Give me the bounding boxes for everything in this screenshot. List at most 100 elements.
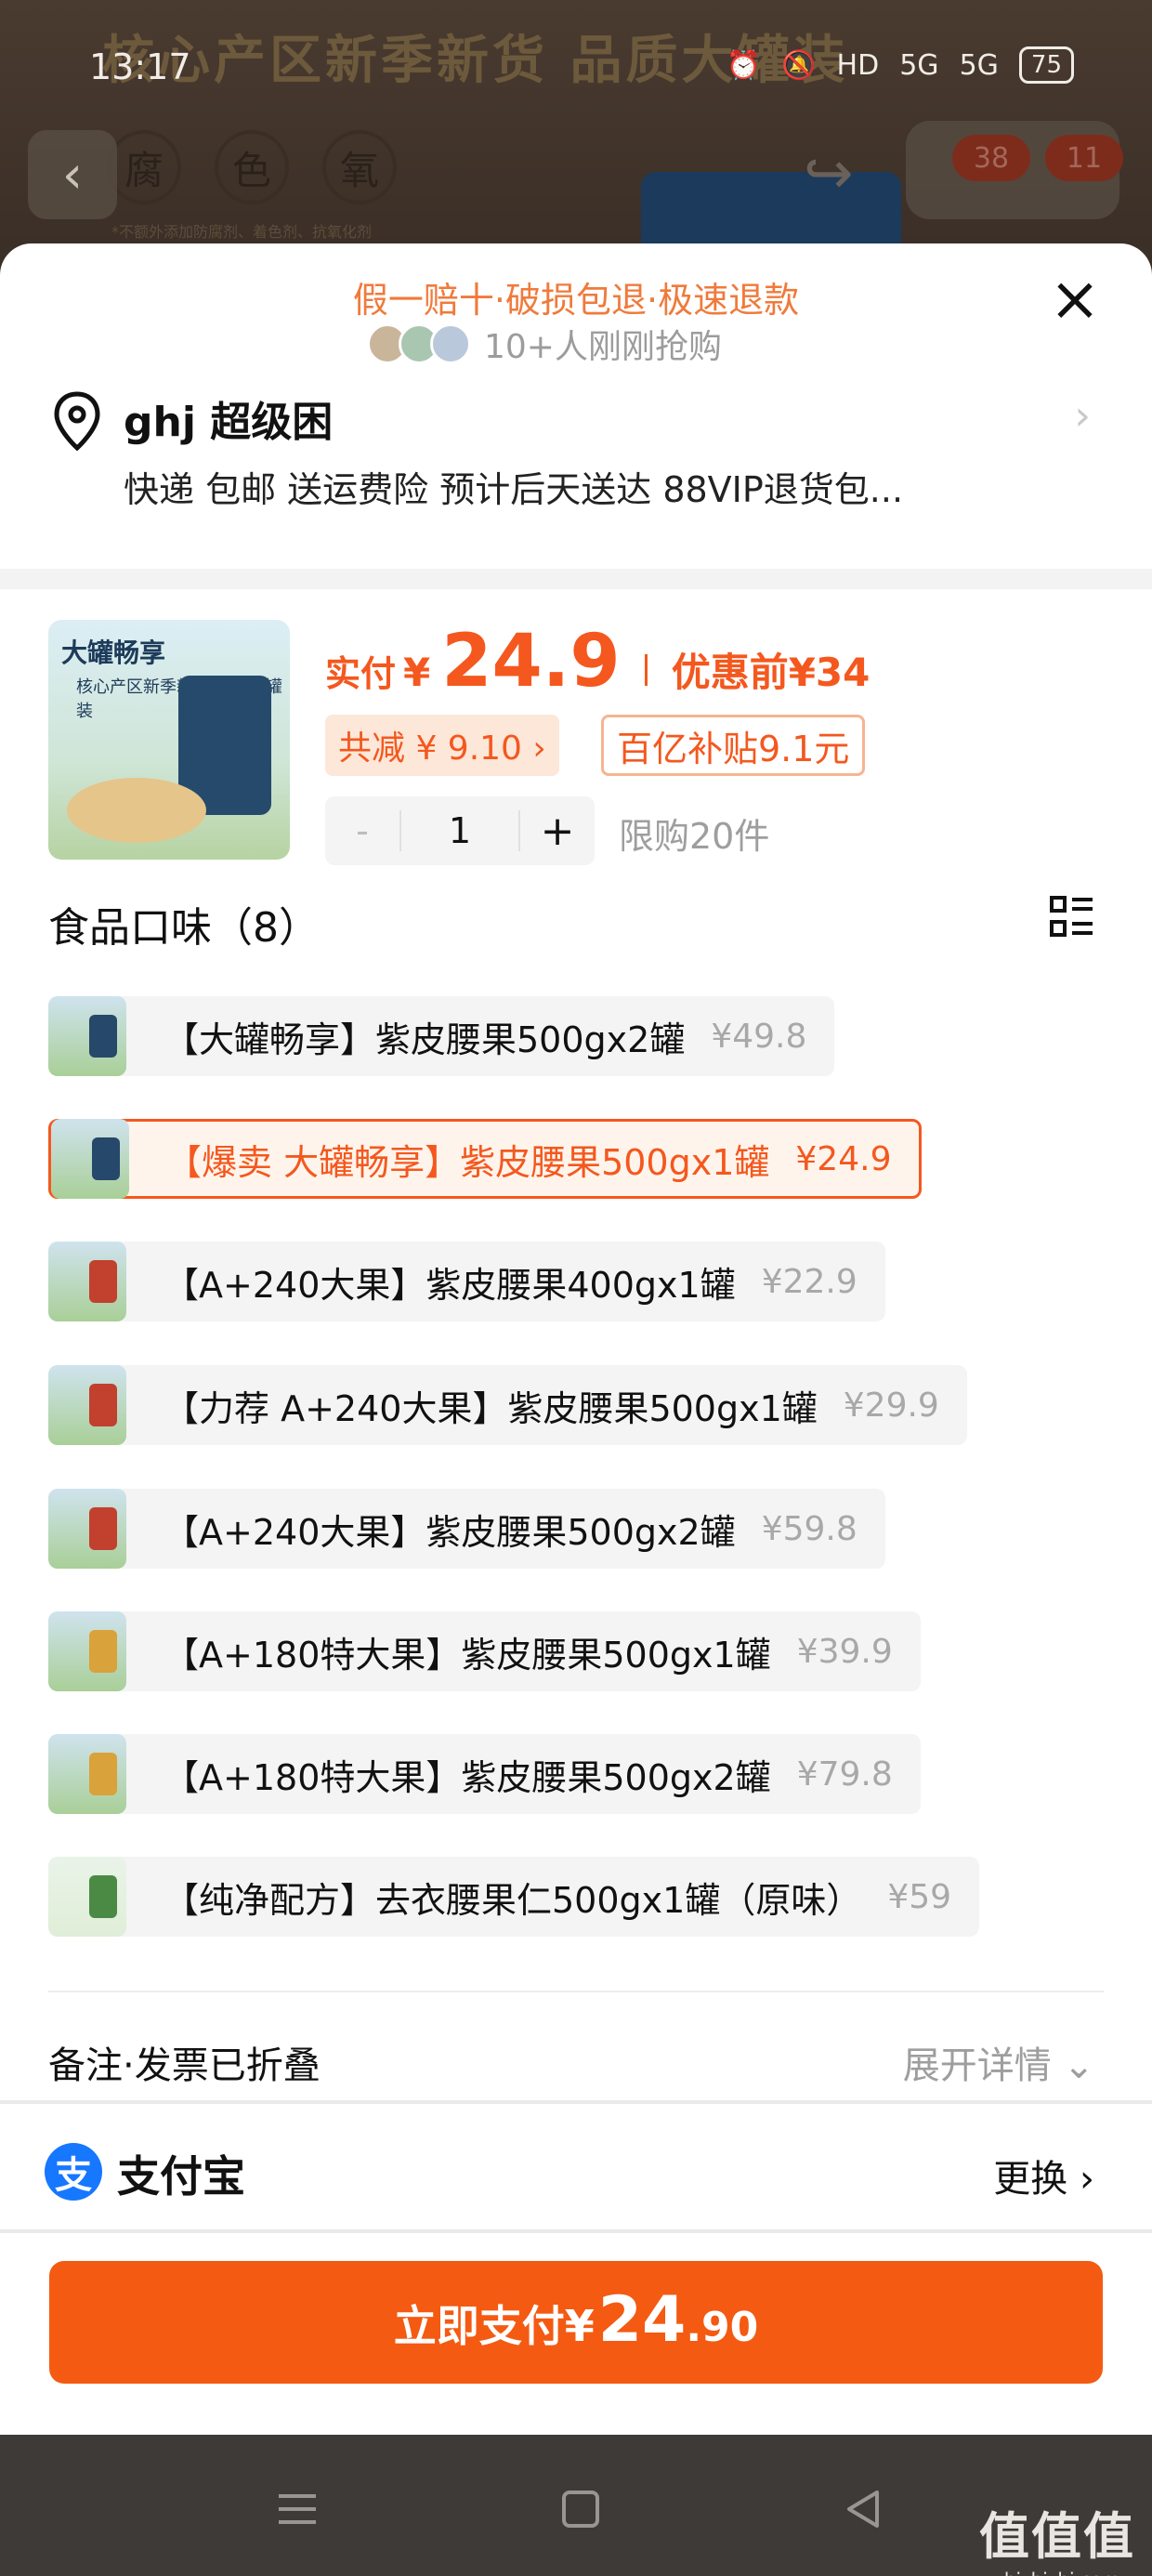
mute-icon: 🔕	[781, 48, 817, 82]
status-icons: ⏰ 🔕 HD 5G 5G 75	[727, 46, 1074, 84]
signal-icon: 5G	[899, 48, 939, 82]
back-arrow-icon[interactable]: ‹	[28, 130, 117, 219]
close-icon[interactable]: ×	[1044, 269, 1106, 333]
section-divider	[0, 2229, 1152, 2233]
quantity-value[interactable]: 1	[399, 810, 520, 851]
promo-banner: 假一赔十·破损包退·极速退款	[352, 280, 800, 321]
pay-amount-integer: 24	[597, 2283, 687, 2357]
quantity-stepper: - 1 +	[325, 796, 595, 865]
option-name: 【A+180特大果】紫皮腰果500gx1罐	[164, 1634, 771, 1676]
chevron-down-icon: ⌄	[1063, 2044, 1094, 2087]
home-icon[interactable]	[553, 2481, 609, 2537]
back-icon[interactable]	[836, 2481, 892, 2537]
product-summary: 大罐畅享 核心产区新季新货 品质大罐装 实付 ¥ 24.9 优惠前¥34 共减 …	[0, 611, 1152, 865]
option-price: ¥29.9	[843, 1386, 939, 1425]
notes-label[interactable]: 备注·发票已折叠	[48, 2035, 321, 2089]
option-thumbnail	[48, 1242, 126, 1321]
flavor-option[interactable]: 【力荐 A+240大果】紫皮腰果500gx1罐 ¥29.9	[48, 1365, 967, 1445]
option-thumbnail	[48, 1489, 126, 1569]
recent-buyers: 10+人刚刚抢购	[367, 320, 722, 368]
price-separator	[644, 654, 648, 686]
option-name: 【A+180特大果】紫皮腰果500gx2罐	[164, 1756, 771, 1798]
price-currency: ¥	[403, 650, 431, 695]
background-badge: 氧	[322, 130, 397, 204]
status-time: 13:17	[89, 46, 191, 87]
location-pin-icon	[54, 391, 100, 452]
option-name: 【A+240大果】紫皮腰果500gx2罐	[164, 1511, 736, 1553]
option-price: ¥24.9	[795, 1139, 892, 1178]
hd-icon: HD	[836, 48, 880, 82]
flavor-option[interactable]: 【A+240大果】紫皮腰果400gx1罐 ¥22.9	[48, 1242, 885, 1321]
option-price: ¥39.9	[796, 1632, 893, 1671]
option-price: ¥59	[887, 1877, 952, 1916]
battery-icon: 75	[1018, 46, 1074, 84]
alipay-icon: 支	[45, 2143, 102, 2201]
subsidy-badge: 百亿补贴9.1元	[601, 715, 866, 776]
recipient-name: ghj 超级困	[124, 399, 334, 446]
cashew-image	[67, 778, 206, 843]
flavor-option[interactable]: 【大罐畅享】紫皮腰果500gx2罐 ¥49.8	[48, 996, 835, 1076]
option-price: ¥22.9	[761, 1262, 857, 1301]
price-row: 实付 ¥ 24.9 优惠前¥34	[325, 620, 870, 703]
pay-amount-decimal: .90	[686, 2304, 759, 2351]
pay-now-button[interactable]: 立即支付¥ 24 .90	[49, 2261, 1103, 2384]
option-name: 【力荐 A+240大果】紫皮腰果500gx1罐	[164, 1387, 818, 1429]
decrease-button[interactable]: -	[325, 810, 399, 851]
watermark: 值值值 zhizhizhi.com	[979, 2495, 1135, 2576]
expand-details-button[interactable]: 展开详情 ⌄	[903, 2035, 1094, 2089]
option-price: ¥79.8	[796, 1755, 893, 1794]
payment-method-name: 支付宝	[117, 2151, 245, 2201]
option-thumbnail	[48, 1365, 126, 1445]
product-thumbnail: 大罐畅享 核心产区新季新货 品质大罐装	[48, 620, 290, 860]
option-price: ¥59.8	[761, 1509, 857, 1548]
avatar	[430, 323, 471, 364]
signal-icon-2: 5G	[959, 48, 999, 82]
price-before-discount: 优惠前¥34	[671, 650, 871, 695]
option-thumbnail	[48, 996, 126, 1076]
expand-label: 展开详情	[902, 2044, 1052, 2087]
option-name: 【大罐畅享】紫皮腰果500gx2罐	[164, 1019, 686, 1060]
payment-method-row[interactable]: 支 支付宝 更换 ›	[0, 2104, 1152, 2229]
flavor-option[interactable]: 【A+240大果】紫皮腰果500gx2罐 ¥59.8	[48, 1489, 885, 1569]
menu-icon[interactable]	[269, 2481, 325, 2537]
option-price: ¥49.8	[711, 1017, 807, 1056]
background-badges: 腐 色 氧	[107, 130, 397, 204]
flavor-option[interactable]: 【A+180特大果】紫皮腰果500gx2罐 ¥79.8	[48, 1734, 921, 1814]
watermark-url: zhizhizhi.com	[979, 2569, 1135, 2576]
pay-button-label: 立即支付¥	[393, 2301, 595, 2351]
price-value: 24.9	[441, 620, 621, 703]
purchase-limit: 限购20件	[619, 816, 770, 857]
avatar-group	[367, 323, 471, 364]
option-thumbnail	[48, 1734, 126, 1814]
flavor-section-title: 食品口味（8）	[48, 904, 320, 952]
share-icon[interactable]: ↪	[804, 139, 854, 208]
address-row[interactable]: ghj 超级困 › 快递 包邮 送运费险 预计后天送达 88VIP退货包...	[0, 381, 1152, 567]
recent-buyers-text: 10+人刚刚抢购	[484, 328, 722, 366]
background-badge: 腐	[107, 130, 181, 204]
option-name: 【爆卖 大罐畅享】紫皮腰果500gx1罐	[166, 1141, 770, 1183]
price-label: 实付	[325, 653, 397, 694]
change-payment-button[interactable]: 更换 ›	[993, 2149, 1094, 2202]
chevron-right-icon[interactable]: ›	[1074, 392, 1091, 440]
flavor-option-selected[interactable]: 【爆卖 大罐畅享】紫皮腰果500gx1罐 ¥24.9	[48, 1119, 923, 1199]
order-sheet: 假一赔十·破损包退·极速退款 10+人刚刚抢购 × ghj 超级困 › 快递 包…	[0, 243, 1152, 2435]
message-count-badge: 11	[1045, 135, 1123, 181]
increase-button[interactable]: +	[520, 808, 595, 855]
watermark-logo: 值值值	[979, 2507, 1135, 2566]
cart-count-badge: 38	[952, 135, 1030, 181]
flavor-option[interactable]: 【纯净配方】去衣腰果仁500gx1罐（原味） ¥59	[48, 1857, 980, 1937]
option-thumbnail	[51, 1119, 129, 1199]
list-view-icon[interactable]	[1050, 894, 1094, 939]
option-thumbnail	[48, 1611, 126, 1691]
option-thumbnail	[48, 1857, 126, 1937]
background-product-image	[641, 172, 901, 243]
background-badge: 色	[215, 130, 289, 204]
option-name: 【A+240大果】紫皮腰果400gx1罐	[164, 1264, 736, 1306]
thumbnail-title: 大罐畅享	[61, 637, 166, 668]
discount-badge[interactable]: 共减 ¥ 9.10 ›	[325, 715, 559, 776]
section-divider	[48, 1991, 1104, 1992]
option-name: 【纯净配方】去衣腰果仁500gx1罐（原味）	[164, 1879, 862, 1921]
flavor-option[interactable]: 【A+180特大果】紫皮腰果500gx1罐 ¥39.9	[48, 1611, 921, 1691]
section-divider	[0, 569, 1152, 589]
alarm-icon: ⏰	[726, 48, 762, 82]
